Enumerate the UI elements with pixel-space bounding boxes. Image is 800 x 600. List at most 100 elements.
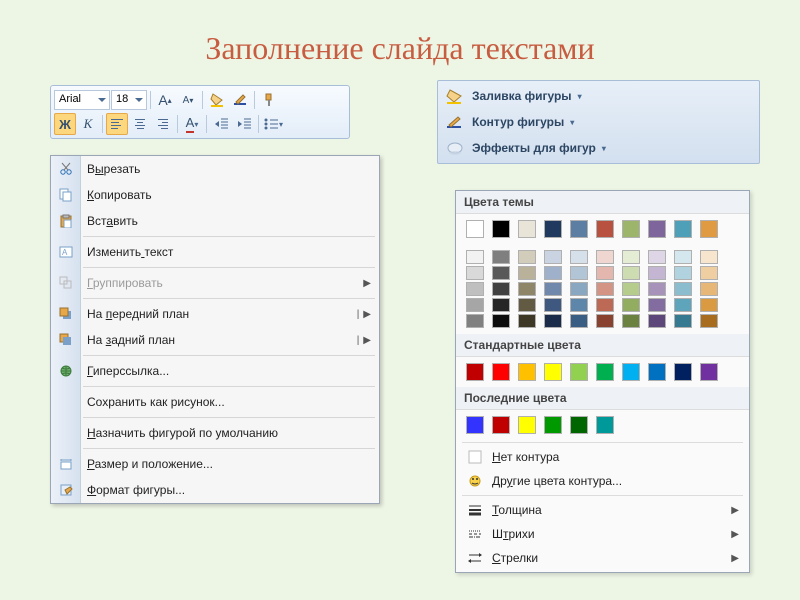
- format-painter-button[interactable]: [258, 89, 280, 111]
- color-swatch[interactable]: [570, 416, 588, 434]
- menu-size-position[interactable]: Размер и положение...: [51, 451, 379, 477]
- font-size-select[interactable]: 18: [111, 90, 147, 110]
- color-swatch[interactable]: [544, 282, 562, 296]
- shrink-font-button[interactable]: A▾: [177, 89, 199, 111]
- color-swatch[interactable]: [700, 363, 718, 381]
- shape-fill-button[interactable]: Заливка фигуры ▾: [440, 83, 757, 109]
- color-swatch[interactable]: [518, 266, 536, 280]
- color-swatch[interactable]: [596, 220, 614, 238]
- color-swatch[interactable]: [648, 282, 666, 296]
- italic-button[interactable]: К: [77, 113, 99, 135]
- color-swatch[interactable]: [596, 266, 614, 280]
- color-swatch[interactable]: [648, 298, 666, 312]
- color-swatch[interactable]: [466, 282, 484, 296]
- font-color-button[interactable]: A▾: [181, 113, 203, 135]
- align-right-button[interactable]: [152, 113, 174, 135]
- color-swatch[interactable]: [544, 416, 562, 434]
- shape-effects-button[interactable]: Эффекты для фигур ▾: [440, 135, 757, 161]
- color-swatch[interactable]: [622, 363, 640, 381]
- color-swatch[interactable]: [466, 416, 484, 434]
- color-swatch[interactable]: [622, 298, 640, 312]
- color-swatch[interactable]: [674, 266, 692, 280]
- color-swatch[interactable]: [570, 282, 588, 296]
- color-swatch[interactable]: [596, 416, 614, 434]
- menu-set-default-shape[interactable]: Назначить фигурой по умолчанию: [51, 420, 379, 446]
- menu-save-as-picture[interactable]: Сохранить как рисунок...: [51, 389, 379, 415]
- increase-indent-button[interactable]: [233, 113, 255, 135]
- color-swatch[interactable]: [596, 250, 614, 264]
- fill-color-button[interactable]: [206, 89, 228, 111]
- color-swatch[interactable]: [518, 363, 536, 381]
- color-swatch[interactable]: [622, 282, 640, 296]
- menu-edit-text[interactable]: A Изменить текст: [51, 239, 379, 265]
- align-center-button[interactable]: [129, 113, 151, 135]
- color-swatch[interactable]: [466, 266, 484, 280]
- dashes-submenu[interactable]: Штрихи ▶: [456, 522, 749, 546]
- menu-cut[interactable]: Вырезать: [51, 156, 379, 182]
- color-swatch[interactable]: [570, 363, 588, 381]
- menu-hyperlink[interactable]: Гиперссылка...: [51, 358, 379, 384]
- color-swatch[interactable]: [544, 298, 562, 312]
- color-swatch[interactable]: [518, 298, 536, 312]
- font-name-select[interactable]: Arial: [54, 90, 110, 110]
- color-swatch[interactable]: [674, 298, 692, 312]
- color-swatch[interactable]: [674, 314, 692, 328]
- align-left-button[interactable]: [106, 113, 128, 135]
- color-swatch[interactable]: [674, 363, 692, 381]
- color-swatch[interactable]: [622, 220, 640, 238]
- color-swatch[interactable]: [466, 250, 484, 264]
- outline-color-button[interactable]: [229, 89, 251, 111]
- color-swatch[interactable]: [700, 282, 718, 296]
- color-swatch[interactable]: [492, 282, 510, 296]
- color-swatch[interactable]: [700, 314, 718, 328]
- menu-paste[interactable]: Вставить: [51, 208, 379, 234]
- color-swatch[interactable]: [518, 220, 536, 238]
- color-swatch[interactable]: [648, 250, 666, 264]
- color-swatch[interactable]: [700, 220, 718, 238]
- color-swatch[interactable]: [596, 314, 614, 328]
- color-swatch[interactable]: [518, 282, 536, 296]
- color-swatch[interactable]: [674, 220, 692, 238]
- color-swatch[interactable]: [570, 298, 588, 312]
- color-swatch[interactable]: [544, 250, 562, 264]
- color-swatch[interactable]: [492, 298, 510, 312]
- color-swatch[interactable]: [674, 250, 692, 264]
- color-swatch[interactable]: [544, 266, 562, 280]
- no-outline-button[interactable]: Нет контура: [456, 445, 749, 469]
- color-swatch[interactable]: [596, 363, 614, 381]
- color-swatch[interactable]: [466, 220, 484, 238]
- menu-send-back[interactable]: На задний план |▶: [51, 327, 379, 353]
- color-swatch[interactable]: [700, 298, 718, 312]
- grow-font-button[interactable]: A▴: [154, 89, 176, 111]
- color-swatch[interactable]: [648, 363, 666, 381]
- color-swatch[interactable]: [622, 266, 640, 280]
- color-swatch[interactable]: [648, 314, 666, 328]
- weight-submenu[interactable]: Толщина ▶: [456, 498, 749, 522]
- color-swatch[interactable]: [518, 314, 536, 328]
- more-outline-colors-button[interactable]: Другие цвета контура...: [456, 469, 749, 493]
- color-swatch[interactable]: [700, 266, 718, 280]
- color-swatch[interactable]: [518, 416, 536, 434]
- color-swatch[interactable]: [492, 266, 510, 280]
- color-swatch[interactable]: [700, 250, 718, 264]
- color-swatch[interactable]: [492, 363, 510, 381]
- menu-format-shape[interactable]: Формат фигуры...: [51, 477, 379, 503]
- color-swatch[interactable]: [544, 220, 562, 238]
- bullets-button[interactable]: ▾: [262, 113, 284, 135]
- color-swatch[interactable]: [492, 250, 510, 264]
- color-swatch[interactable]: [466, 298, 484, 312]
- color-swatch[interactable]: [648, 266, 666, 280]
- bold-button[interactable]: Ж: [54, 113, 76, 135]
- decrease-indent-button[interactable]: [210, 113, 232, 135]
- color-swatch[interactable]: [492, 220, 510, 238]
- color-swatch[interactable]: [492, 416, 510, 434]
- shape-outline-button[interactable]: Контур фигуры ▾: [440, 109, 757, 135]
- menu-bring-front[interactable]: На передний план |▶: [51, 301, 379, 327]
- color-swatch[interactable]: [466, 314, 484, 328]
- color-swatch[interactable]: [570, 220, 588, 238]
- color-swatch[interactable]: [622, 250, 640, 264]
- color-swatch[interactable]: [570, 266, 588, 280]
- color-swatch[interactable]: [648, 220, 666, 238]
- arrows-submenu[interactable]: Стрелки ▶: [456, 546, 749, 570]
- color-swatch[interactable]: [518, 250, 536, 264]
